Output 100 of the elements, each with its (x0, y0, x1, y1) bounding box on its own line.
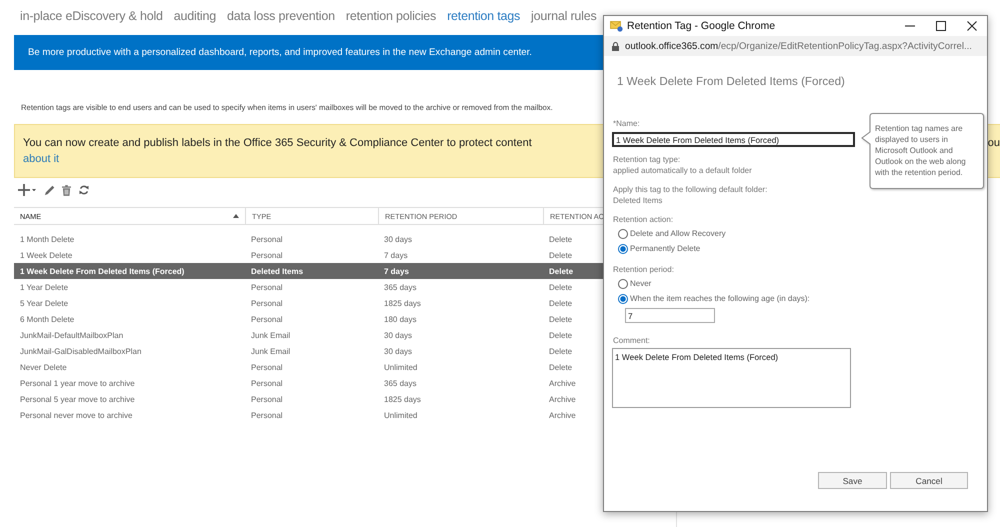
table-cell: Delete (549, 362, 572, 372)
field-value: applied automatically to a default folder (613, 165, 752, 176)
table-cell: 1 Month Delete (20, 234, 74, 244)
dialog-heading: 1 Week Delete From Deleted Items (Forced) (617, 74, 845, 90)
table-cell: Delete (549, 298, 572, 308)
table-cell: Delete (549, 330, 572, 340)
maximize-icon[interactable] (936, 21, 946, 31)
option-label[interactable]: Delete and Allow Recovery (630, 229, 726, 238)
table-cell: Never Delete (20, 362, 67, 372)
table-row[interactable]: JunkMail-DefaultMailboxPlan Junk Email 30 days Delete (14, 327, 603, 343)
table-cell: Archive (549, 394, 576, 404)
table-cell: 1825 days (384, 298, 421, 308)
table-cell: Delete (549, 346, 572, 356)
table-row[interactable]: Never Delete Personal Unlimited Delete (14, 359, 603, 375)
table-cell: Delete (549, 250, 572, 260)
table-cell: 6 Month Delete (20, 314, 74, 324)
table-cell: Archive (549, 410, 576, 420)
save-button[interactable]: Save (818, 472, 887, 489)
table-cell: Delete (549, 314, 572, 324)
table-cell: 1 Week Delete (20, 250, 72, 260)
radio-button[interactable] (618, 294, 628, 304)
option-label[interactable]: When the item reaches the following age (in days): (630, 294, 810, 303)
comment-field[interactable]: 1 Week Delete From Deleted Items (Forced) (612, 348, 851, 408)
table-cell: Personal (251, 362, 283, 372)
trash-icon[interactable] (62, 184, 70, 196)
nav-tab[interactable]: retention policies (346, 7, 436, 28)
close-icon[interactable] (966, 21, 976, 31)
field-label: Retention period: (613, 264, 674, 275)
table-cell: 180 days (384, 314, 416, 324)
caret-icon[interactable] (32, 188, 36, 192)
table-cell: Personal (251, 234, 283, 244)
table-row[interactable]: 5 Year Delete Personal 1825 days Delete (14, 295, 603, 311)
table-cell: Personal (251, 394, 283, 404)
table-cell: Junk Email (251, 346, 290, 356)
field-label: *Name: (613, 118, 640, 130)
table-cell: 365 days (384, 282, 416, 292)
field-label: Comment: (613, 335, 650, 346)
table-cell: Unlimited (384, 410, 418, 420)
table-cell: Personal 5 year move to archive (20, 394, 135, 404)
option-label[interactable]: Never (630, 279, 652, 288)
field-value: Deleted Items (613, 195, 662, 206)
table-row[interactable]: Personal 1 year move to archive Personal 365 days Archive (14, 375, 603, 391)
table-row[interactable]: 1 Month Delete Personal 30 days Delete (14, 231, 603, 247)
nav-tab[interactable]: retention tags (447, 7, 520, 28)
table-cell: 1 Year Delete (20, 282, 68, 292)
radio-button[interactable] (618, 228, 628, 238)
name-field[interactable]: 1 Week Delete From Deleted Items (Forced) (612, 132, 855, 147)
table-cell: Unlimited (384, 362, 418, 372)
nav-tab[interactable]: data loss prevention (226, 7, 335, 28)
table-row[interactable]: 6 Month Delete Personal 180 days Delete (14, 311, 603, 327)
table-cell: Delete (549, 234, 572, 244)
table-row[interactable]: 1 Week Delete Personal 7 days Delete (14, 247, 603, 263)
window-title: Retention Tag - Google Chrome (627, 20, 776, 32)
plus-icon[interactable] (18, 184, 30, 196)
table-row[interactable]: Personal never move to archive Personal Unlimited Archive (14, 407, 603, 423)
table-cell: Archive (549, 378, 576, 388)
envelope-icon (610, 20, 623, 32)
refresh-icon[interactable] (78, 185, 88, 195)
table-cell: 1 Week Delete From Deleted Items (Forced) (20, 266, 184, 276)
lock-icon (612, 42, 619, 50)
table-cell: 30 days (384, 330, 412, 340)
field-label: Retention action: (613, 214, 674, 225)
url-text: outlook.office365.com/ecp/Organize/EditRetentionPolicyTag.aspx?ActivityCorrel... (625, 40, 972, 52)
nav-tab[interactable]: in-place eDiscovery & hold (20, 7, 163, 28)
table-cell: Personal (251, 410, 283, 420)
pencil-icon[interactable] (44, 184, 54, 196)
tooltip: Retention tag names are displayed to users in Microsoft Outlook and Outlook on the web along with the retention period. (861, 113, 984, 189)
table-row[interactable]: 1 Week Delete From Deleted Items (Forced) Deleted Items 7 days Delete (14, 263, 603, 279)
table-cell: Delete (549, 266, 574, 276)
minimize-icon[interactable] (904, 25, 914, 27)
table-cell: 7 days (384, 266, 409, 276)
nav-tab[interactable]: auditing (174, 7, 216, 28)
days-field[interactable]: 7 (625, 308, 715, 323)
sort-ascending-icon (233, 214, 239, 218)
table-cell: Personal 1 year move to archive (20, 378, 135, 388)
table-cell: 1825 days (384, 394, 421, 404)
table-row[interactable]: JunkMail-GalDisabledMailboxPlan Junk Email 30 days Delete (14, 343, 603, 359)
table-cell: 5 Year Delete (20, 298, 68, 308)
promo-banner[interactable]: Be more productive with a personalized dashboard, reports, and improved features in the new Exchange admin center. (14, 35, 603, 70)
table-cell: 7 days (384, 250, 408, 260)
table-cell: Personal (251, 378, 283, 388)
table-cell: Personal (251, 282, 283, 292)
radio-button[interactable] (618, 278, 628, 288)
option-label[interactable]: Permanently Delete (630, 244, 700, 253)
table-cell: JunkMail-DefaultMailboxPlan (20, 330, 124, 340)
radio-button[interactable] (618, 244, 628, 254)
table-cell: Junk Email (251, 330, 290, 340)
about-link[interactable]: about it (23, 151, 60, 167)
table-cell: JunkMail-GalDisabledMailboxPlan (20, 346, 142, 356)
field-label: Retention tag type: (613, 154, 680, 165)
table-cell: Personal never move to archive (20, 410, 132, 420)
table-cell: 30 days (384, 234, 412, 244)
table-cell: Delete (549, 282, 572, 292)
table-row[interactable]: Personal 5 year move to archive Personal 1825 days Archive (14, 391, 603, 407)
table-cell: 365 days (384, 378, 416, 388)
table-row[interactable]: 1 Year Delete Personal 365 days Delete (14, 279, 603, 295)
table-cell: 30 days (384, 346, 412, 356)
nav-tab[interactable]: journal rules (531, 7, 597, 28)
table-cell: Personal (251, 314, 283, 324)
cancel-button[interactable]: Cancel (890, 472, 968, 489)
